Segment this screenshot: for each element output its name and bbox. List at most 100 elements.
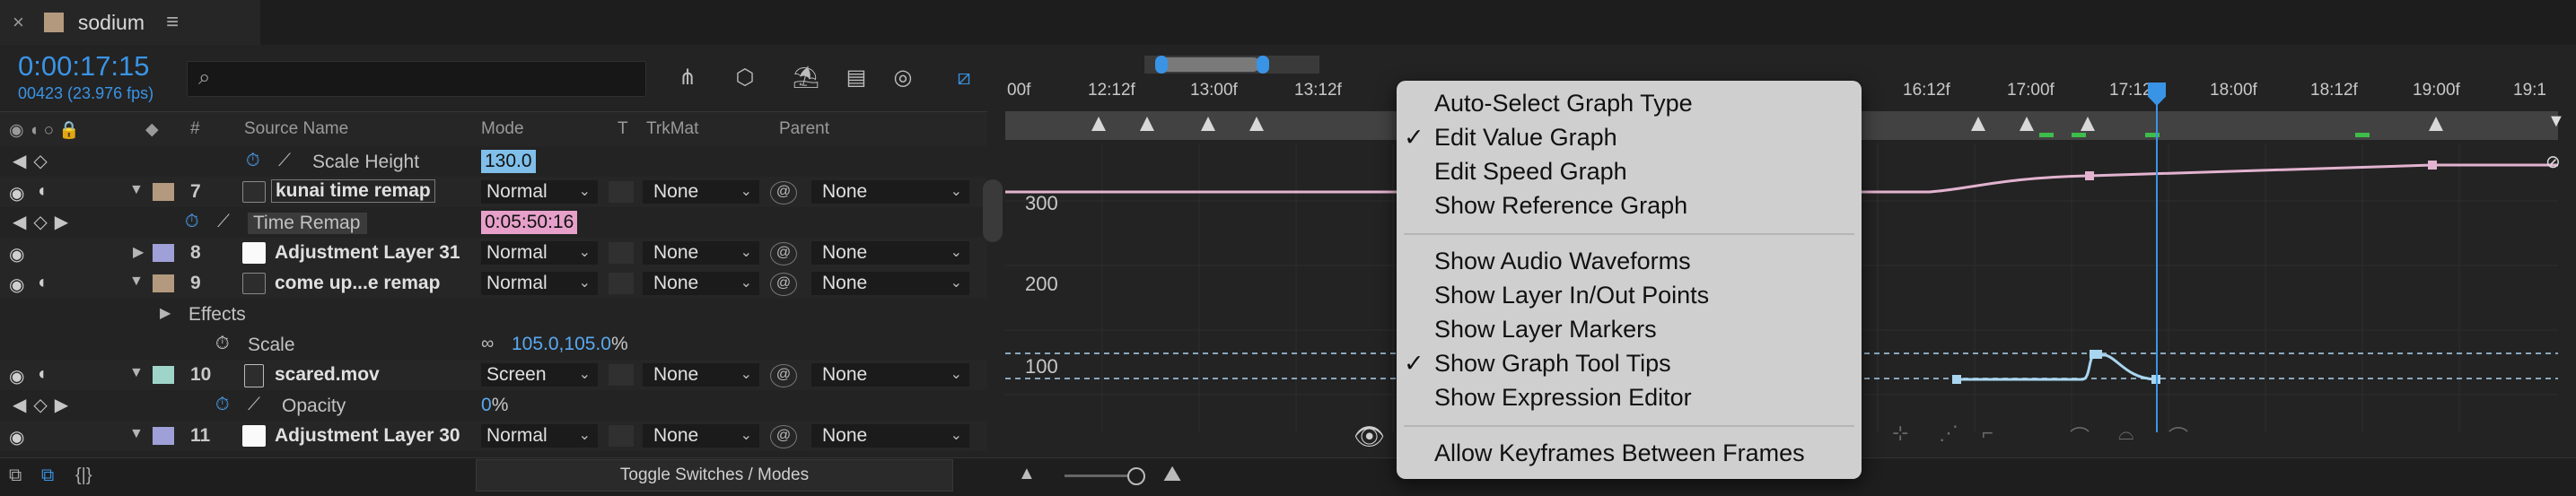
hamburger-menu-icon[interactable]: ≡ [166, 10, 179, 35]
blend-mode-select[interactable]: Normal ⌄ [481, 424, 598, 448]
trkmat-select[interactable]: None ⌄ [643, 272, 759, 295]
twirl-open-icon[interactable]: ▼ [129, 426, 144, 442]
constrain-proportions-icon[interactable]: ∞ [481, 334, 494, 354]
column-mode[interactable]: Mode [481, 119, 524, 139]
time-navigator-end[interactable] [1257, 56, 1269, 74]
curve-keyframe[interactable] [2085, 171, 2094, 180]
opacity-value[interactable]: 0 [481, 395, 492, 415]
menu-item-auto-select-graph-type[interactable]: Auto-Select Graph Type [1397, 86, 1862, 120]
twirl-open-icon[interactable]: ▼ [129, 274, 144, 290]
composition-flowchart-icon[interactable]: ⋔ [671, 63, 704, 93]
parent-select[interactable]: None ⌄ [811, 363, 969, 387]
current-timecode[interactable]: 0:00:17:15 [18, 50, 150, 83]
layer-name[interactable]: Adjustment Layer 30 [275, 425, 460, 447]
property-value[interactable]: 105.0,105.0% [512, 333, 628, 356]
preserve-transparency-toggle[interactable] [609, 364, 634, 386]
audio-icon[interactable]: ◖ [36, 273, 47, 293]
layer-row-11[interactable]: ◉ ▼ 11 Adjustment Layer 30 Normal ⌄ None ⌄… [0, 421, 987, 451]
keyframe-marker[interactable] [1140, 117, 1154, 131]
keyframe-marker[interactable] [2081, 117, 2095, 131]
curve-keyframe[interactable] [1952, 375, 1961, 384]
ease-out-icon[interactable]: ⌒ [2169, 422, 2188, 450]
audio-icon[interactable]: ◖ [36, 364, 47, 385]
zoom-slider-handle[interactable] [1127, 467, 1145, 485]
keyframe-navigator-icon[interactable]: ◀◇▶ [13, 211, 75, 233]
current-time-indicator[interactable] [2156, 83, 2158, 432]
menu-item-show-reference-graph[interactable]: Show Reference Graph [1397, 188, 1862, 222]
twirl-open-icon[interactable]: ▼ [129, 365, 144, 381]
keyframe-marker[interactable] [2020, 117, 2034, 131]
graph-tool-icon[interactable]: ⊹ [1892, 422, 1908, 445]
blend-mode-select[interactable]: Normal ⌄ [481, 241, 598, 265]
composition-tab[interactable]: × sodium ≡ [0, 0, 260, 45]
eye-icon[interactable]: ◉ [9, 426, 24, 448]
stopwatch-icon[interactable]: ⏱ [246, 151, 260, 171]
graph-toggle-icon[interactable]: ⟋ [278, 151, 291, 171]
layer-panel-scrollbar[interactable] [983, 179, 1003, 242]
preserve-transparency-toggle[interactable] [609, 181, 634, 203]
opacity-curve[interactable] [1957, 353, 2157, 381]
property-row-scale[interactable]: ⏱ Scale ∞ 105.0,105.0% [0, 329, 987, 360]
zoom-in-mountain-icon[interactable]: ⛰ [1163, 462, 1181, 487]
work-area-end-icon[interactable]: ▼ [2547, 111, 2565, 132]
pickwhip-icon[interactable]: @ [770, 242, 797, 265]
time-navigator-start[interactable] [1155, 56, 1168, 74]
layer-row-9[interactable]: ◉ ◖ ▼ 9 come up...e remap Normal ⌄ None ⌄ … [0, 268, 987, 299]
eye-icon[interactable]: ◉ [9, 365, 24, 387]
trkmat-select[interactable]: None ⌄ [643, 241, 759, 265]
menu-item-show-graph-tool-tips[interactable]: ✓ Show Graph Tool Tips [1397, 346, 1862, 380]
stopwatch-icon[interactable]: ⏱ [185, 212, 199, 232]
eye-icon[interactable]: ◉ [9, 274, 24, 296]
keyframe-marker[interactable] [1091, 117, 1106, 131]
property-value[interactable]: 0:05:50:16 [481, 211, 578, 234]
layer-switches-icon[interactable]: ⧉ [41, 466, 54, 486]
keyframe-marker[interactable] [2429, 117, 2443, 131]
frame-blending-icon[interactable]: ▤ [840, 63, 872, 93]
graph-tool-icon[interactable]: ⌐ [1982, 422, 1993, 445]
parent-select[interactable]: None ⌄ [811, 272, 969, 295]
menu-item-show-audio-waveforms[interactable]: Show Audio Waveforms [1397, 244, 1862, 278]
layer-row-10[interactable]: ◉ ◖ ▼ 10 scared.mov Screen ⌄ None ⌄ @ None… [0, 360, 987, 390]
draft-3d-icon[interactable]: ⬡ [729, 63, 761, 93]
label-color-swatch[interactable] [153, 274, 174, 292]
blend-mode-select[interactable]: Screen ⌄ [481, 363, 598, 387]
menu-item-edit-speed-graph[interactable]: Edit Speed Graph [1397, 154, 1862, 188]
motion-blur-icon[interactable]: ◎ [887, 63, 919, 93]
column-source-name[interactable]: Source Name [244, 119, 348, 139]
zoom-slider-track[interactable] [1065, 474, 1135, 477]
preserve-transparency-toggle[interactable] [609, 425, 634, 447]
toggle-switches-modes-button[interactable]: Toggle Switches / Modes [476, 459, 953, 492]
pickwhip-icon[interactable]: @ [770, 181, 797, 204]
column-t[interactable]: T [618, 119, 628, 139]
curve-keyframe[interactable] [2090, 350, 2102, 359]
layer-name[interactable]: Adjustment Layer 31 [275, 242, 460, 264]
close-tab-icon[interactable]: × [13, 11, 24, 34]
layer-name[interactable]: kunai time remap [271, 179, 435, 203]
layer-search-input[interactable]: ⌕ [187, 61, 646, 97]
pickwhip-icon[interactable]: @ [770, 425, 797, 448]
menu-item-allow-keyframes-between-frames[interactable]: Allow Keyframes Between Frames [1397, 436, 1862, 470]
ease-in-icon[interactable]: ⌓ [2118, 422, 2134, 445]
trkmat-select[interactable]: None ⌄ [643, 424, 759, 448]
scale-value[interactable]: 105.0,105.0 [512, 334, 611, 354]
label-color-swatch[interactable] [153, 183, 174, 201]
trkmat-select[interactable]: None ⌄ [643, 180, 759, 204]
column-trkmat[interactable]: TrkMat [646, 119, 698, 139]
in-out-toggle-icon[interactable]: {|} [75, 466, 92, 486]
graph-tool-icon[interactable]: ⋰ [1939, 422, 1958, 445]
property-value[interactable]: 130.0 [481, 150, 536, 173]
shy-layers-icon[interactable]: ⛱ [790, 63, 822, 93]
label-color-swatch[interactable] [153, 366, 174, 384]
easy-ease-icon[interactable]: ⌒ [2070, 422, 2090, 450]
menu-item-show-expression-editor[interactable]: Show Expression Editor [1397, 380, 1862, 414]
preserve-transparency-toggle[interactable] [609, 242, 634, 264]
menu-item-edit-value-graph[interactable]: ✓ Edit Value Graph [1397, 120, 1862, 154]
keyframe-marker[interactable] [1971, 117, 1985, 131]
keyframe-marker[interactable] [1201, 117, 1215, 131]
eye-icon[interactable]: ◉ [9, 182, 24, 204]
keyframe-marker[interactable] [1249, 117, 1264, 131]
graph-toggle-icon[interactable]: ⟋ [248, 395, 260, 415]
parent-select[interactable]: None ⌄ [811, 180, 969, 204]
menu-item-show-layer-markers[interactable]: Show Layer Markers [1397, 312, 1862, 346]
zoom-out-mountain-icon[interactable]: ▲ [1018, 464, 1036, 484]
